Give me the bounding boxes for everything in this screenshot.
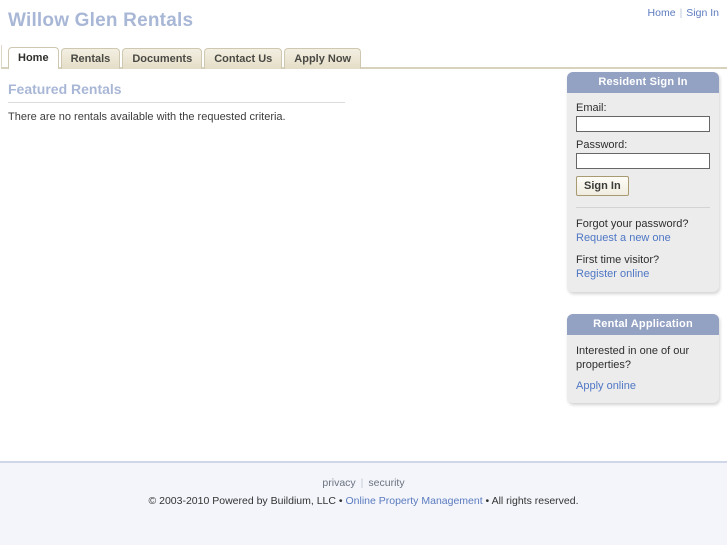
top-link-home[interactable]: Home (648, 7, 676, 19)
copyright-prefix: © 2003-2010 Powered by Buildium, LLC • (148, 495, 346, 507)
tab-apply-now[interactable]: Apply Now (284, 48, 362, 69)
register-online-link[interactable]: Register online (576, 268, 649, 280)
application-panel-title: Rental Application (567, 314, 719, 335)
top-link-separator: | (679, 7, 683, 19)
signin-panel-body: Email: Password: Sign In Forgot your pas… (567, 93, 719, 292)
copyright-notice: © 2003-2010 Powered by Buildium, LLC • O… (0, 495, 727, 507)
signin-panel-title: Resident Sign In (567, 72, 719, 93)
email-label: Email: (576, 102, 607, 114)
first-time-visitor-block: First time visitor? Register online (576, 253, 710, 281)
footer-link-separator: | (360, 477, 364, 489)
main-content: Featured Rentals There are no rentals av… (8, 81, 548, 123)
resident-signin-panel: Resident Sign In Email: Password: Sign I… (567, 72, 719, 292)
page-footer: privacy | security © 2003-2010 Powered by … (0, 461, 727, 545)
page-header: Willow Glen Rentals Home | Sign In (0, 0, 727, 45)
site-title: Willow Glen Rentals (8, 10, 194, 31)
application-panel-body: Interested in one of our properties? App… (567, 335, 719, 403)
email-field[interactable] (576, 116, 710, 132)
password-field[interactable] (576, 153, 710, 169)
nav-tab-list: Home Rentals Documents Contact Us Apply … (8, 47, 363, 69)
privacy-link[interactable]: privacy (322, 477, 355, 489)
online-property-management-link[interactable]: Online Property Management (345, 495, 482, 507)
password-label: Password: (576, 139, 628, 151)
sign-in-button[interactable]: Sign In (576, 176, 629, 196)
tab-documents[interactable]: Documents (122, 48, 203, 69)
security-link[interactable]: security (368, 477, 404, 489)
utility-links: Home | Sign In (648, 7, 719, 19)
footer-links: privacy | security (0, 463, 727, 489)
page-title: Featured Rentals (8, 81, 122, 97)
copyright-suffix: • All rights reserved. (482, 495, 579, 507)
tab-contact-us[interactable]: Contact Us (204, 48, 283, 69)
request-new-password-link[interactable]: Request a new one (576, 232, 671, 244)
sidebar: Resident Sign In Email: Password: Sign I… (567, 72, 719, 425)
title-divider (8, 102, 345, 103)
signin-panel-divider (576, 207, 710, 208)
top-link-sign-in[interactable]: Sign In (686, 7, 719, 19)
forgot-password-prompt: Forgot your password? (576, 218, 689, 230)
tab-rentals[interactable]: Rentals (60, 48, 121, 69)
empty-state-message: There are no rentals available with the … (8, 111, 286, 123)
application-prompt: Interested in one of our properties? (576, 345, 690, 371)
nav-left-edge (1, 45, 2, 67)
page-body: Featured Rentals There are no rentals av… (0, 69, 727, 454)
main-navigation: Home Rentals Documents Contact Us Apply … (1, 45, 727, 69)
tab-home[interactable]: Home (8, 47, 59, 69)
first-time-visitor-prompt: First time visitor? (576, 254, 660, 266)
forgot-password-block: Forgot your password? Request a new one (576, 217, 710, 245)
apply-online-link[interactable]: Apply online (576, 380, 636, 392)
rental-application-panel: Rental Application Interested in one of … (567, 314, 719, 403)
